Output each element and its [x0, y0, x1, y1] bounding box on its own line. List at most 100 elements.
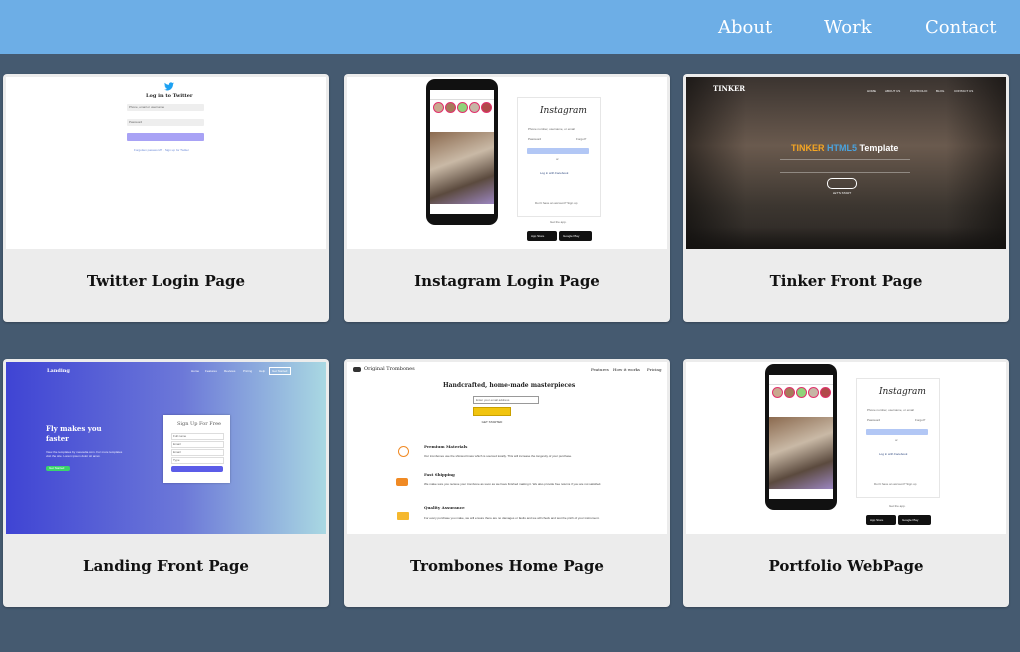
tinker-subtext: [780, 159, 910, 173]
landing-hero-button[interactable]: Get Started: [46, 466, 70, 471]
instagram-signup[interactable]: Don't have an account? Sign up: [535, 201, 577, 205]
twitter-thumbnail[interactable]: Log in to Twitter Phone, email or userna…: [6, 77, 326, 249]
phone-screen: [430, 90, 494, 214]
landing-register-button[interactable]: Register: [171, 466, 223, 482]
feature-title: Fast Shipping: [424, 472, 455, 477]
instagram-login-box: Instagram Phone number, username, or ema…: [856, 378, 940, 498]
instagram-or: or: [895, 438, 898, 442]
landing-thumbnail[interactable]: Landing Home Features Reviews Pricing He…: [6, 362, 326, 534]
tinker-thumbnail[interactable]: TINKER HOME ABOUT US PORTFOLIO BLOG CONT…: [686, 77, 1006, 249]
landing-menu-pricing[interactable]: Pricing: [243, 369, 252, 373]
twitter-password-placeholder: Password: [129, 120, 143, 124]
project-card-tinker[interactable]: TINKER HOME ABOUT US PORTFOLIO BLOG CONT…: [683, 74, 1009, 322]
instagram-password-placeholder[interactable]: Password: [867, 418, 880, 422]
card-title: Trombones Home Page: [410, 557, 604, 575]
trombones-headline: Handcrafted, home-made masterpieces: [443, 382, 576, 389]
premium-materials-icon: [398, 446, 409, 457]
nav-about[interactable]: About: [718, 0, 772, 54]
tinker-headline-part: Template: [859, 143, 899, 153]
tinker-menu-portfolio[interactable]: PORTFOLIO: [910, 89, 927, 93]
card-title: Twitter Login Page: [86, 272, 246, 290]
tinker-menu-home[interactable]: HOME: [867, 89, 876, 93]
google-play-badge[interactable]: Google Play: [559, 231, 592, 241]
form-field-label: Email: [173, 450, 181, 454]
phone-header: [430, 90, 494, 100]
form-field-name[interactable]: Full name: [171, 433, 224, 440]
form-field-type[interactable]: Type: [171, 457, 224, 464]
story-avatar: [433, 102, 444, 113]
post-photo: [769, 417, 833, 489]
landing-menu-home[interactable]: Home: [191, 369, 199, 373]
instagram-facebook-login[interactable]: Log in with Facebook: [540, 171, 568, 175]
landing-brand[interactable]: Landing: [47, 368, 70, 374]
instagram-forgot[interactable]: Forgot?: [576, 137, 586, 141]
trombones-email-input[interactable]: Enter your email address: [473, 396, 539, 404]
instagram-login-button[interactable]: [527, 148, 589, 154]
trombones-menu-pricing[interactable]: Pricing: [647, 367, 662, 372]
instagram-password-placeholder[interactable]: Password: [528, 137, 541, 141]
top-navbar: About Work Contact: [0, 0, 1020, 54]
tinker-headline-part: TINKER: [791, 143, 825, 153]
trombones-thumbnail[interactable]: Original Trombones Features How it works…: [347, 362, 667, 534]
landing-hero-sub: View the templates by mesoulia.com. For …: [46, 450, 123, 458]
tinker-menu-contact[interactable]: CONTACT US: [954, 89, 973, 93]
landing-get-started-label: Get Started: [272, 369, 288, 373]
landing-get-started-nav[interactable]: Get Started: [269, 367, 291, 375]
project-card-landing[interactable]: Landing Home Features Reviews Pricing He…: [3, 359, 329, 607]
google-play-label: Google Play: [902, 518, 919, 522]
twitter-password-field[interactable]: Password: [127, 119, 204, 126]
project-card-twitter[interactable]: Log in to Twitter Phone, email or userna…: [3, 74, 329, 322]
app-store-badge[interactable]: App Store: [866, 515, 896, 525]
trombones-brand[interactable]: Original Trombones: [364, 366, 415, 372]
story-avatar: [772, 387, 783, 398]
nav-contact-link[interactable]: Contact: [925, 17, 996, 38]
nav-work-link[interactable]: Work: [824, 17, 872, 38]
card-title: Portfolio WebPage: [768, 557, 924, 575]
project-card-portfolio[interactable]: Instagram Phone number, username, or ema…: [683, 359, 1009, 607]
form-field-email[interactable]: Email: [171, 441, 224, 448]
google-play-badge[interactable]: Google Play: [898, 515, 931, 525]
story-avatar: [796, 387, 807, 398]
get-app-text: Get the app.: [889, 504, 906, 508]
landing-menu-reviews[interactable]: Reviews: [224, 369, 235, 373]
app-store-badge[interactable]: App Store: [527, 231, 557, 241]
building-shadow-right: [946, 77, 1006, 249]
portfolio-thumbnail[interactable]: Instagram Phone number, username, or ema…: [686, 362, 1006, 534]
twitter-links[interactable]: Forgotten password? · Sign up for Twitte…: [134, 148, 189, 152]
nav-contact[interactable]: Contact: [925, 0, 996, 54]
instagram-signup[interactable]: Don't have an account? Sign up: [874, 482, 916, 486]
quality-assurance-icon: [397, 512, 409, 520]
form-field-label: Full name: [173, 434, 187, 438]
trombones-menu-how[interactable]: How it works: [613, 367, 640, 372]
nav-about-link[interactable]: About: [718, 17, 772, 38]
get-app-text: Get the app.: [550, 220, 567, 224]
instagram-login-button[interactable]: [866, 429, 928, 435]
twitter-phone-field[interactable]: Phone, email or username: [127, 104, 204, 111]
tinker-menu-blog[interactable]: BLOG: [936, 89, 944, 93]
landing-menu-help[interactable]: Help: [259, 369, 265, 373]
tinker-menu-about[interactable]: ABOUT US: [885, 89, 900, 93]
landing-menu-features[interactable]: Features: [205, 369, 217, 373]
instagram-facebook-login[interactable]: Log in with Facebook: [879, 452, 907, 456]
fast-shipping-icon: [396, 478, 408, 486]
tinker-logo[interactable]: TINKER: [713, 84, 745, 93]
twitter-login-button[interactable]: Log in: [127, 133, 204, 149]
project-card-instagram[interactable]: Instagram Phone number, username, or ema…: [344, 74, 670, 322]
tinker-cta-button[interactable]: LET'S START: [827, 178, 857, 195]
instagram-forgot[interactable]: Forgot?: [915, 418, 925, 422]
form-field-email-2[interactable]: Email: [171, 449, 224, 456]
instagram-username-placeholder[interactable]: Phone number, username, or email: [867, 408, 914, 412]
landing-form-title: Sign Up For Free: [177, 421, 222, 427]
project-card-trombones[interactable]: Original Trombones Features How it works…: [344, 359, 670, 607]
story-avatar: [808, 387, 819, 398]
trombones-cta-button[interactable]: GET STARTED: [473, 407, 511, 424]
landing-hero-button-label: Get Started: [49, 466, 65, 470]
instagram-thumbnail[interactable]: Instagram Phone number, username, or ema…: [347, 77, 667, 249]
story-avatar: [457, 102, 468, 113]
trombones-menu-features[interactable]: Features: [591, 367, 609, 372]
instagram-username-placeholder[interactable]: Phone number, username, or email: [528, 127, 575, 131]
nav-work[interactable]: Work: [824, 0, 872, 54]
instagram-brand: Instagram: [879, 387, 926, 397]
story-avatar: [784, 387, 795, 398]
building-shadow-left: [686, 77, 746, 249]
